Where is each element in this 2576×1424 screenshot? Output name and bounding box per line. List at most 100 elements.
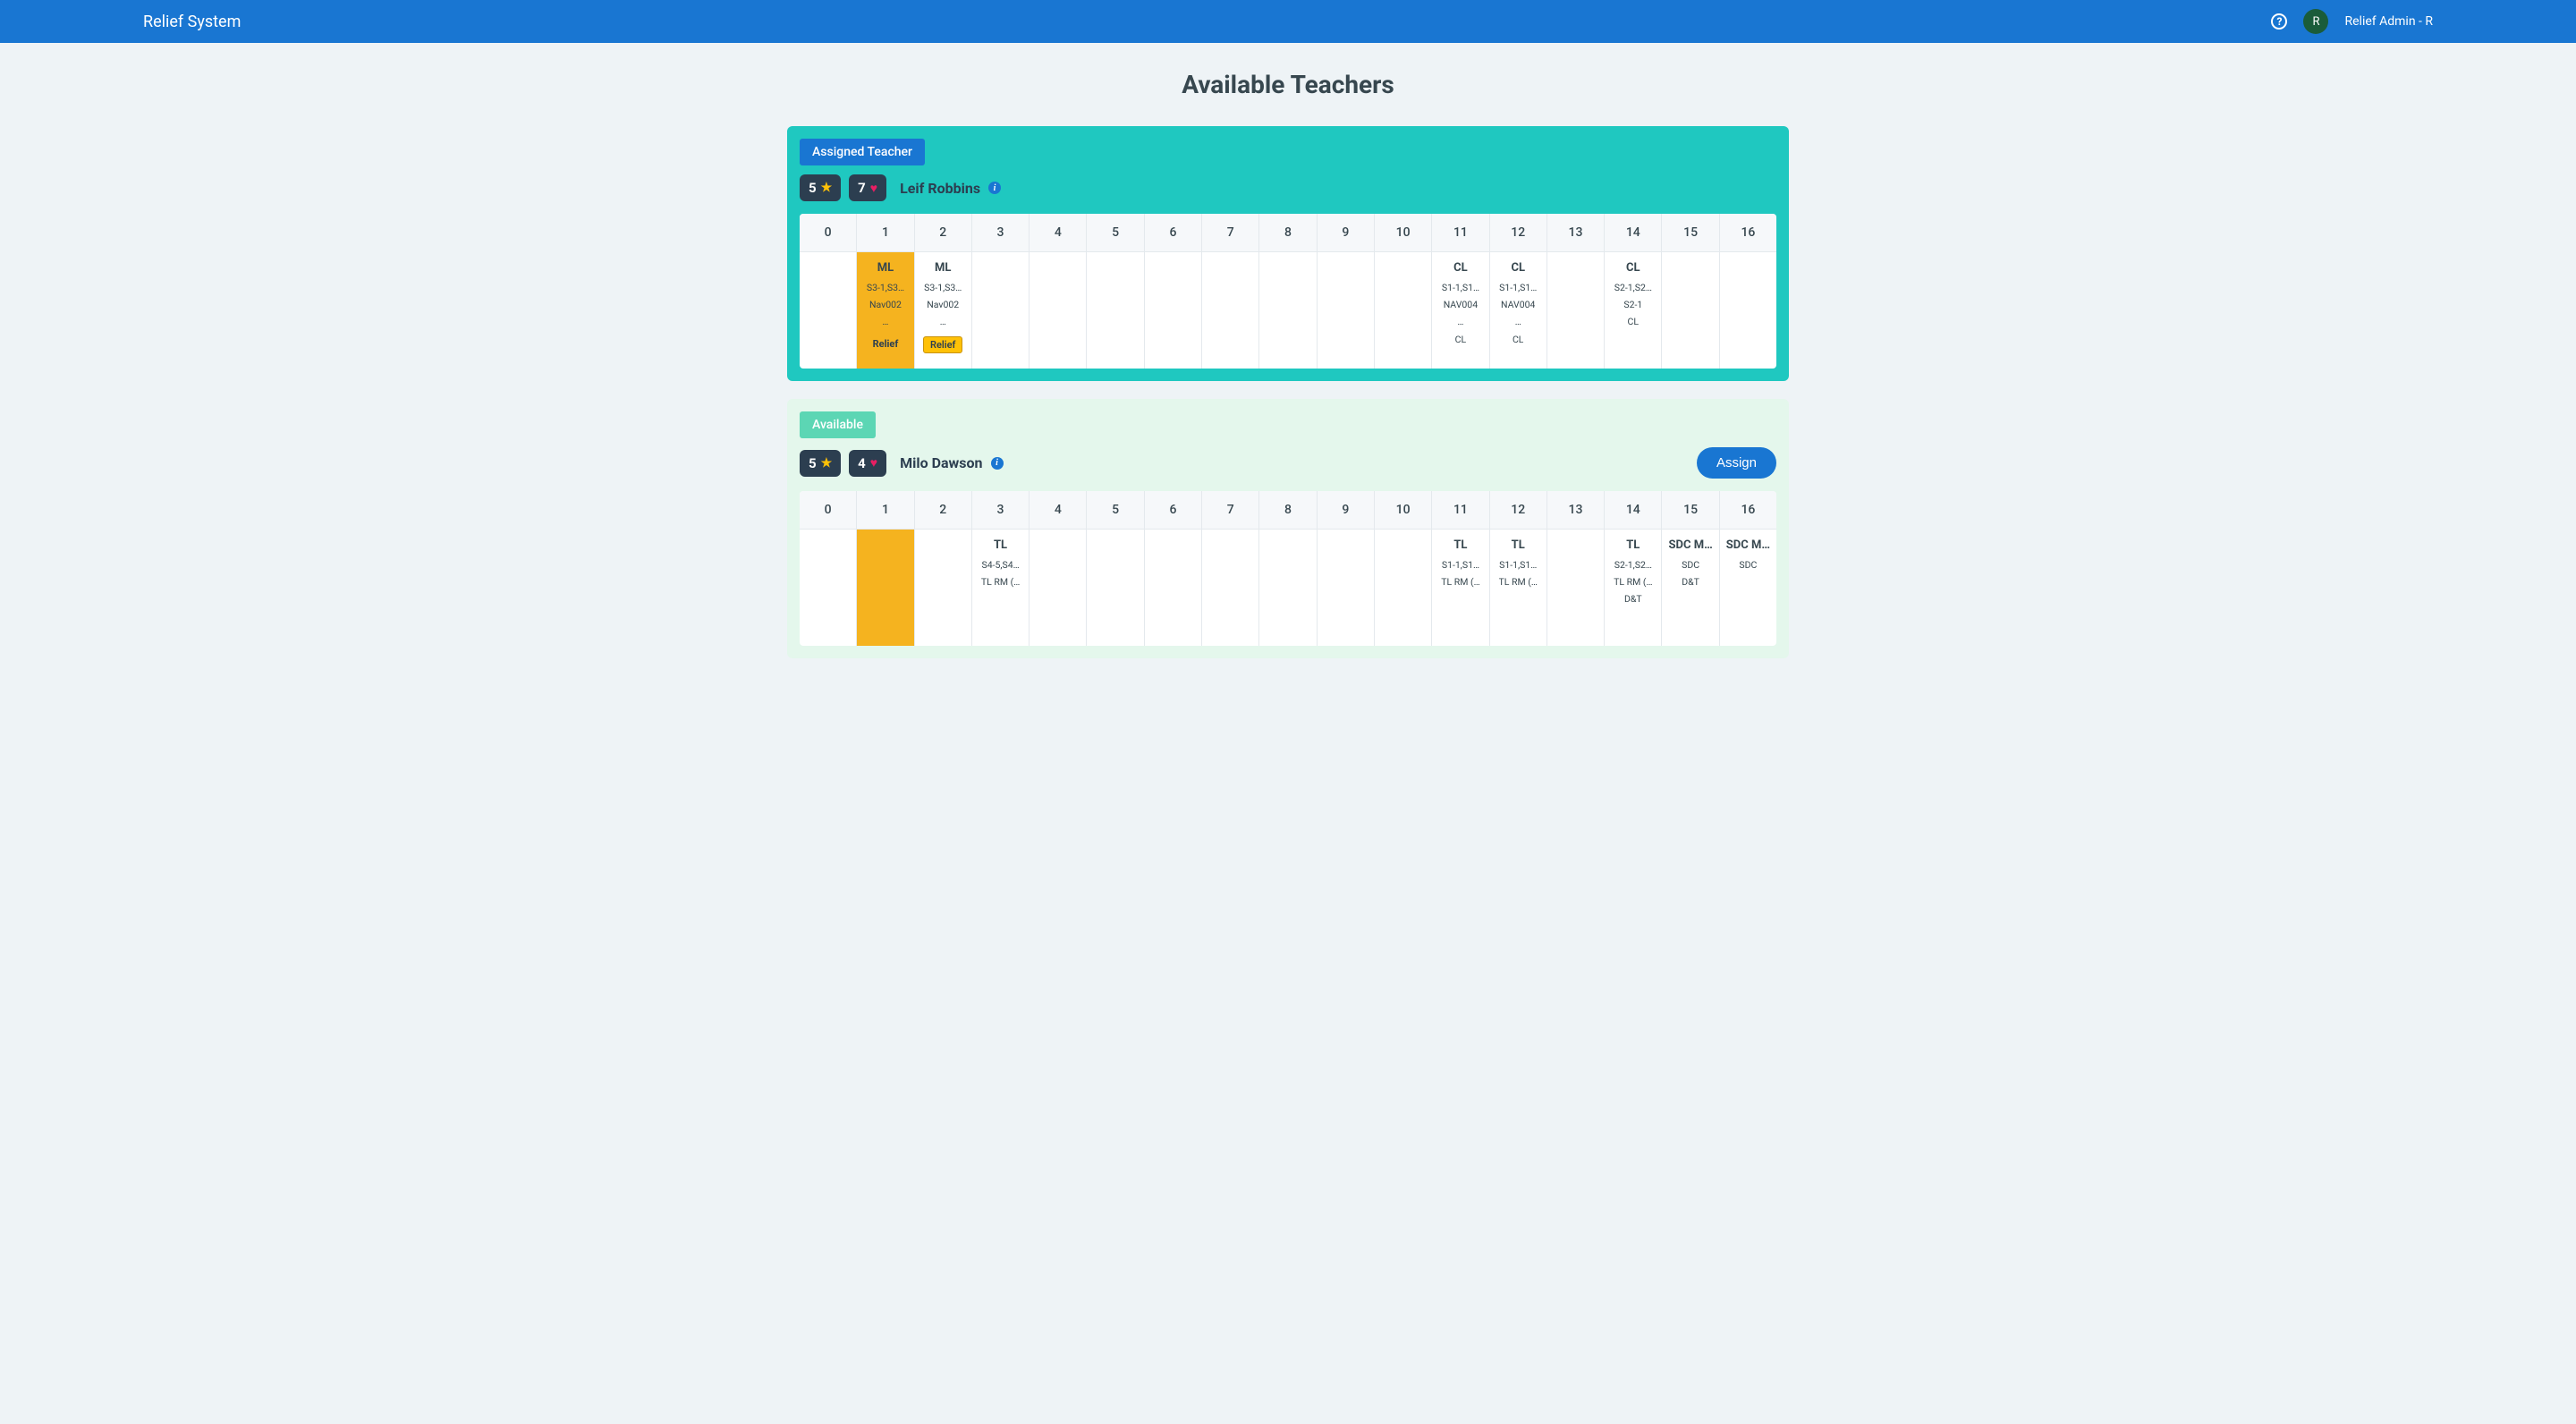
heart-count: 4 bbox=[858, 455, 866, 471]
schedule-slot[interactable] bbox=[1318, 530, 1375, 646]
heart-count: 7 bbox=[858, 180, 866, 196]
slot-line: TL RM (… bbox=[1614, 576, 1652, 589]
schedule-slot[interactable] bbox=[1030, 530, 1087, 646]
schedule-slot[interactable] bbox=[1547, 530, 1605, 646]
schedule-table: 012345678910111213141516MLS3-1,S3…Nav002… bbox=[800, 214, 1776, 369]
schedule-slot[interactable] bbox=[1720, 252, 1776, 369]
period-header: 15 bbox=[1662, 214, 1719, 251]
schedule-slot[interactable]: TL S2-1,S2… TL RM (… D&T bbox=[1605, 530, 1662, 646]
schedule-slot[interactable]: MLS3-1,S3…Nav002…Relief bbox=[857, 252, 914, 369]
slot-line: S1-1,S1… bbox=[1499, 282, 1537, 294]
schedule-slot[interactable] bbox=[1318, 252, 1375, 369]
schedule-slot[interactable] bbox=[1030, 252, 1087, 369]
slot-line: NAV004 bbox=[1501, 299, 1535, 311]
period-header: 3 bbox=[972, 214, 1030, 251]
period-header: 1 bbox=[857, 214, 914, 251]
star-icon: ★ bbox=[821, 181, 833, 195]
period-header: 7 bbox=[1202, 491, 1259, 529]
page-title: Available Teachers bbox=[0, 70, 2576, 99]
schedule-slot[interactable] bbox=[857, 530, 914, 646]
schedule-slot[interactable] bbox=[972, 252, 1030, 369]
avatar[interactable]: R bbox=[2303, 9, 2328, 34]
period-header: 8 bbox=[1259, 491, 1317, 529]
period-header: 5 bbox=[1087, 491, 1144, 529]
header-right: ? R Relief Admin - R bbox=[2271, 9, 2433, 34]
schedule-slot[interactable] bbox=[1145, 530, 1202, 646]
schedule-slot[interactable] bbox=[1547, 252, 1605, 369]
period-header: 4 bbox=[1030, 491, 1087, 529]
period-header: 2 bbox=[915, 214, 972, 251]
schedule-slot[interactable]: CLS1-1,S1…NAV004…CL bbox=[1490, 252, 1547, 369]
teacher-info-row: 5★4♥Milo DawsoniAssign bbox=[800, 447, 1776, 479]
slot-line: S3-1,S3… bbox=[924, 282, 962, 294]
period-header: 14 bbox=[1605, 491, 1662, 529]
app-title: Relief System bbox=[143, 13, 241, 31]
schedule-slot[interactable] bbox=[1202, 252, 1259, 369]
slot-line: Nav002 bbox=[927, 299, 959, 311]
schedule-slot[interactable]: MLS3-1,S3…Nav002…Relief bbox=[915, 252, 972, 369]
schedule-slot[interactable] bbox=[1145, 252, 1202, 369]
schedule-slot[interactable] bbox=[1087, 252, 1144, 369]
schedule-slot[interactable] bbox=[1375, 252, 1432, 369]
schedule-slot[interactable] bbox=[1259, 530, 1317, 646]
slot-line: S2-1 bbox=[1623, 299, 1642, 311]
schedule-slot[interactable] bbox=[800, 252, 857, 369]
period-header: 10 bbox=[1375, 491, 1432, 529]
period-header: 6 bbox=[1145, 491, 1202, 529]
info-icon[interactable]: i bbox=[988, 182, 1001, 194]
schedule-slot[interactable]: TLS1-1,S1…TL RM (… bbox=[1490, 530, 1547, 646]
heart-icon: ♥ bbox=[870, 181, 877, 196]
slot-title: CL bbox=[1626, 261, 1640, 275]
period-header: 14 bbox=[1605, 214, 1662, 251]
relief-tag: Relief bbox=[867, 336, 905, 352]
schedule-slot[interactable]: CLS1-1,S1…NAV004…CL bbox=[1432, 252, 1489, 369]
schedule-slot[interactable]: SDC M…SDCD&T bbox=[1662, 530, 1719, 646]
slot-line: CL bbox=[1513, 334, 1524, 346]
period-header: 16 bbox=[1720, 214, 1776, 251]
info-icon[interactable]: i bbox=[991, 457, 1004, 470]
slot-line: CL bbox=[1628, 316, 1640, 328]
help-icon[interactable]: ? bbox=[2271, 13, 2287, 30]
period-header: 13 bbox=[1547, 491, 1605, 529]
teacher-info: 5★7♥Leif Robbinsi bbox=[800, 174, 1001, 201]
slot-line: Nav002 bbox=[869, 299, 902, 311]
schedule-slot[interactable]: TLS4-5,S4…TL RM (… bbox=[972, 530, 1030, 646]
user-name[interactable]: Relief Admin - R bbox=[2344, 14, 2433, 29]
slot-line: SDC bbox=[1682, 559, 1699, 572]
schedule-slot[interactable]: SDC M…SDC bbox=[1720, 530, 1776, 646]
star-count: 5 bbox=[809, 180, 817, 196]
relief-tag: Relief bbox=[923, 336, 962, 353]
period-header: 11 bbox=[1432, 491, 1489, 529]
schedule-slot[interactable] bbox=[1202, 530, 1259, 646]
schedule-slot[interactable] bbox=[915, 530, 972, 646]
slot-line: CL bbox=[1455, 334, 1467, 346]
schedule-slot[interactable] bbox=[800, 530, 857, 646]
slot-title: TL bbox=[1626, 538, 1640, 552]
slot-title: CL bbox=[1511, 261, 1525, 275]
schedule-slot[interactable] bbox=[1259, 252, 1317, 369]
slot-line: D&T bbox=[1624, 593, 1642, 606]
heart-icon: ♥ bbox=[870, 455, 877, 470]
schedule-row: TLS4-5,S4…TL RM (…TLS1-1,S1…TL RM (…TLS1… bbox=[800, 530, 1776, 646]
slot-title: ML bbox=[877, 261, 894, 275]
schedule-slot[interactable] bbox=[1087, 530, 1144, 646]
period-header: 9 bbox=[1318, 214, 1375, 251]
period-header: 4 bbox=[1030, 214, 1087, 251]
schedule-slot[interactable] bbox=[1662, 252, 1719, 369]
schedule-table: 012345678910111213141516TLS4-5,S4…TL RM … bbox=[800, 491, 1776, 646]
schedule-slot[interactable]: CLS2-1,S2…S2-1CL bbox=[1605, 252, 1662, 369]
slot-line: D&T bbox=[1682, 576, 1699, 589]
slot-title: CL bbox=[1453, 261, 1468, 275]
schedule-row: MLS3-1,S3…Nav002…ReliefMLS3-1,S3…Nav002…… bbox=[800, 252, 1776, 369]
period-header: 10 bbox=[1375, 214, 1432, 251]
period-header: 0 bbox=[800, 214, 857, 251]
schedule-slot[interactable]: TLS1-1,S1…TL RM (… bbox=[1432, 530, 1489, 646]
teacher-card: Assigned Teacher5★7♥Leif Robbinsi0123456… bbox=[787, 126, 1789, 381]
slot-line: S2-1,S2… bbox=[1614, 559, 1652, 572]
slot-line: S3-1,S3… bbox=[867, 282, 904, 294]
slot-title: TL bbox=[1453, 538, 1467, 552]
period-header: 12 bbox=[1490, 214, 1547, 251]
assign-button[interactable]: Assign bbox=[1697, 447, 1776, 479]
schedule-slot[interactable] bbox=[1375, 530, 1432, 646]
slot-line: S4-5,S4… bbox=[981, 559, 1019, 572]
